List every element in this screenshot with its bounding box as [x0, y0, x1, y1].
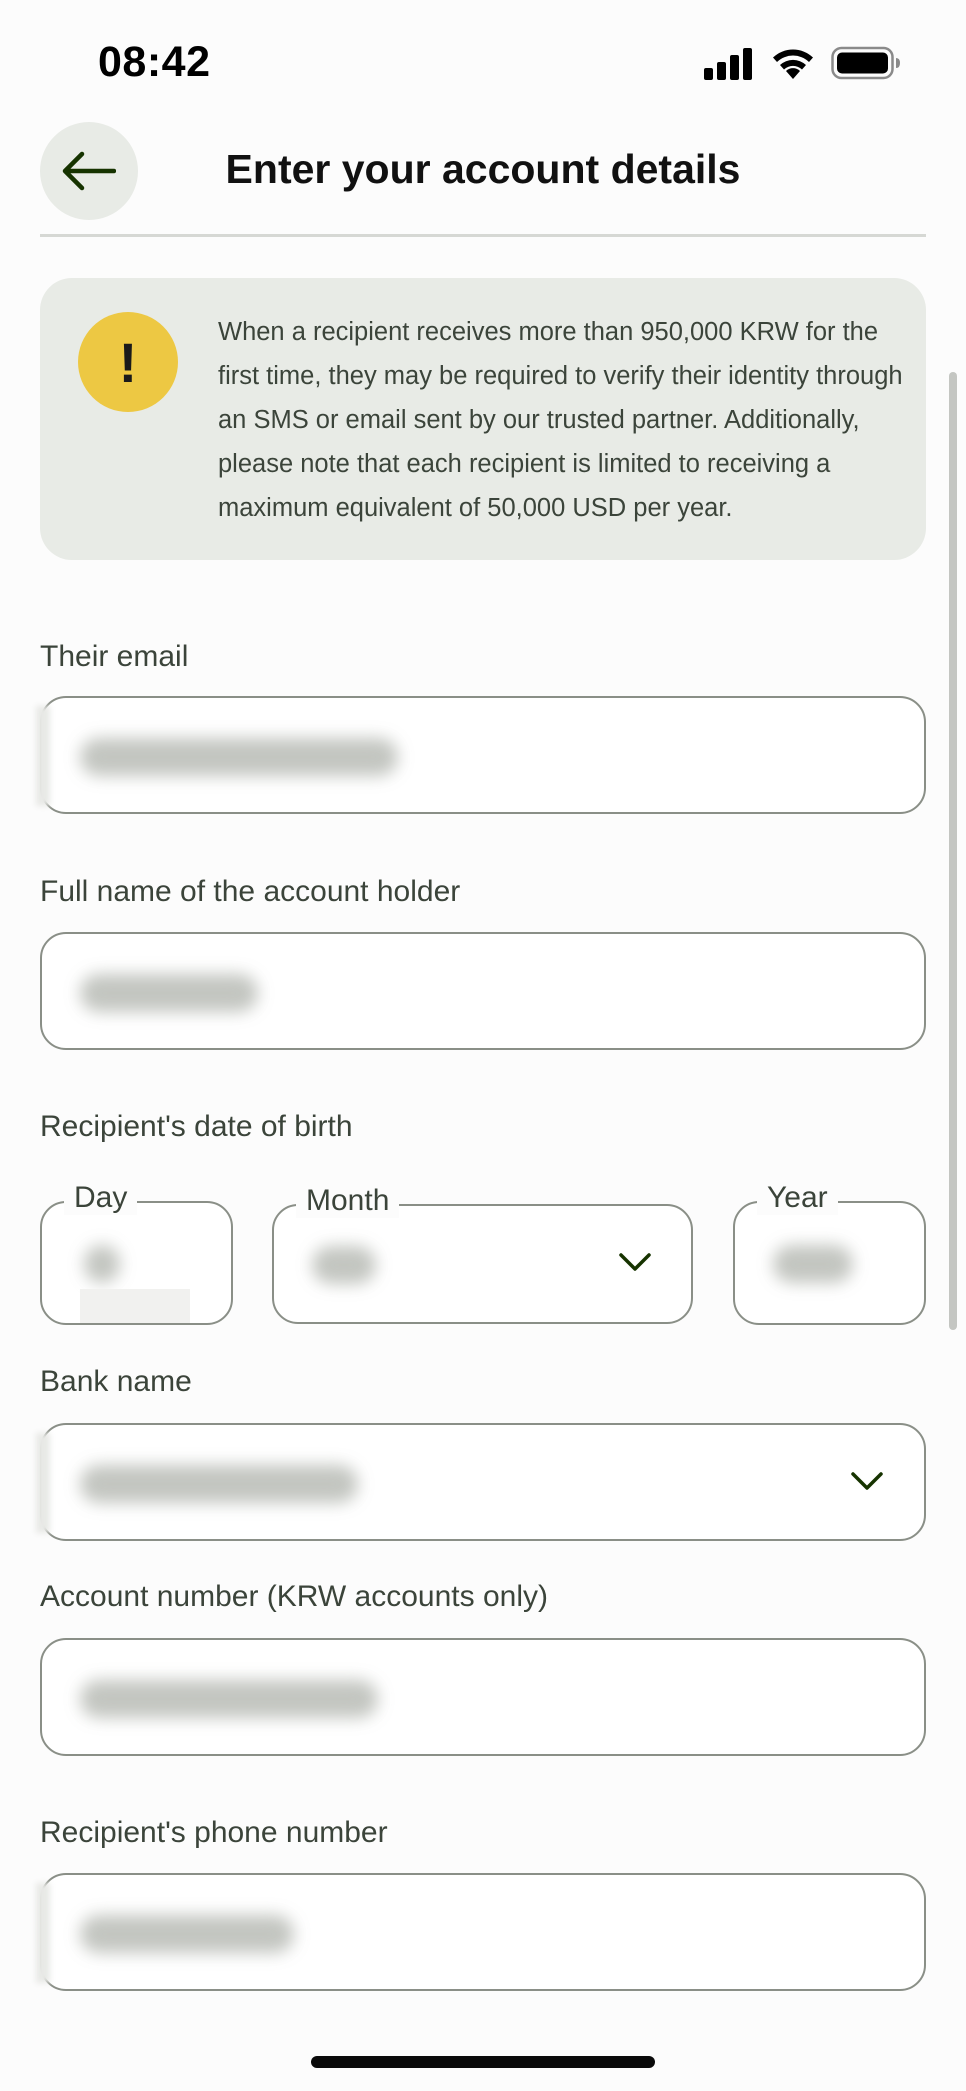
warning-text: When a recipient receives more than 950,…	[218, 318, 903, 522]
dob-month-label: Month	[296, 1184, 400, 1218]
cellular-signal-icon	[704, 48, 752, 80]
status-time: 08:42	[98, 38, 211, 86]
email-label: Their email	[40, 640, 189, 673]
phone-number-field[interactable]	[36, 1873, 926, 1991]
field-edge-shade	[36, 1883, 50, 1983]
status-bar: 08:42	[0, 0, 966, 110]
field-edge-shade	[36, 706, 50, 806]
dob-day-field[interactable]: Day	[40, 1181, 233, 1325]
dob-month-select[interactable]: Month	[272, 1184, 693, 1324]
full-name-label: Full name of the account holder	[40, 875, 461, 908]
dob-year-label: Year	[757, 1181, 838, 1215]
account-number-value-redacted	[80, 1680, 378, 1718]
dob-day-value-redacted	[84, 1245, 120, 1283]
dob-label: Recipient's date of birth	[40, 1110, 353, 1143]
email-value-redacted	[80, 738, 398, 776]
dob-month-value-redacted	[312, 1246, 376, 1284]
full-name-value-redacted	[80, 974, 258, 1012]
phone-number-value-redacted	[80, 1915, 294, 1953]
battery-icon	[831, 46, 900, 80]
home-indicator	[311, 2056, 655, 2068]
field-edge-shade	[80, 1289, 190, 1323]
account-number-field[interactable]	[40, 1638, 926, 1756]
screen: 08:42 Enter your account details ! When …	[0, 0, 966, 2091]
chevron-down-icon	[619, 1253, 651, 1271]
bank-name-label: Bank name	[40, 1365, 192, 1398]
chevron-down-icon	[851, 1472, 883, 1490]
scrollbar[interactable]	[949, 372, 957, 1330]
bank-name-value-redacted	[80, 1465, 358, 1503]
account-number-label: Account number (KRW accounts only)	[40, 1580, 548, 1613]
header-divider	[40, 234, 926, 237]
dob-year-value-redacted	[773, 1245, 853, 1283]
wifi-icon	[773, 49, 813, 79]
dob-day-label: Day	[64, 1181, 138, 1215]
warning-banner: ! When a recipient receives more than 95…	[40, 278, 926, 560]
dob-year-field[interactable]: Year	[733, 1181, 926, 1325]
page-title: Enter your account details	[225, 146, 741, 192]
exclamation-icon: !	[78, 312, 178, 412]
full-name-field[interactable]	[40, 932, 926, 1050]
email-field[interactable]	[36, 696, 926, 814]
bank-name-select[interactable]	[36, 1423, 926, 1541]
field-edge-shade	[36, 1433, 50, 1533]
phone-number-label: Recipient's phone number	[40, 1816, 388, 1849]
